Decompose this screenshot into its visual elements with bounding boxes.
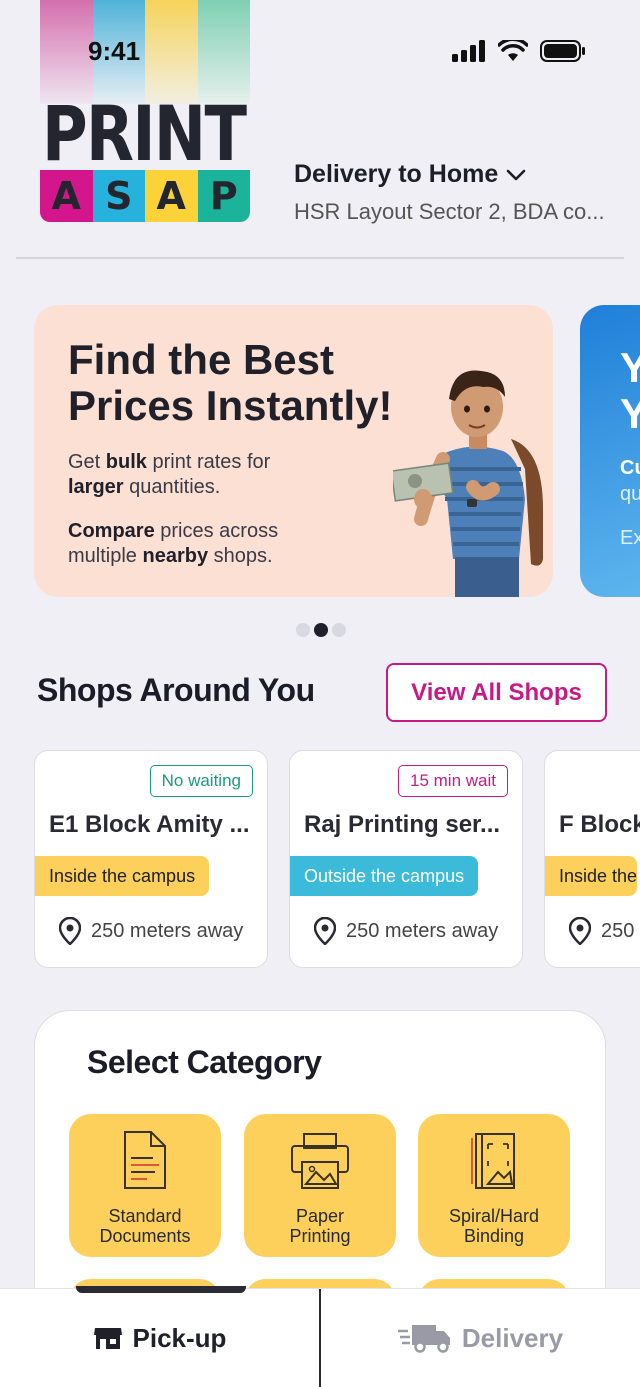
carousel-dot-active[interactable] [314, 623, 328, 637]
carousel-dot[interactable] [332, 623, 346, 637]
promo-banner[interactable]: Find the Best Prices Instantly! Get bulk… [34, 305, 553, 597]
wait-badge: No waiting [149, 765, 253, 797]
delivery-address-selector[interactable]: Delivery to Home HSR Layout Sector 2, BD… [294, 160, 624, 225]
binding-icon [471, 1133, 515, 1189]
logo-letter: S [92, 170, 145, 222]
logo-letter: A [40, 170, 93, 222]
distance-text: 250 meters away [91, 919, 244, 942]
category-binding[interactable]: Spiral/Hard Binding [418, 1114, 570, 1257]
tab-pickup-label: Pick-up [132, 1322, 227, 1353]
campus-badge: Inside the campus [35, 856, 210, 896]
location-pin-icon [569, 917, 591, 945]
category-label: Spiral/Hard Binding [448, 1206, 540, 1246]
shops-section-title: Shops Around You [37, 672, 315, 708]
shop-name: E1 Block Amity ... [49, 811, 250, 838]
category-label: Paper Printing [289, 1206, 351, 1246]
logo-print-text: PRINT [42, 89, 247, 178]
header-divider [16, 257, 624, 259]
banner-text: multiple nearby shops. [68, 545, 273, 567]
banner2-text: Cu [620, 457, 640, 479]
carousel-dots[interactable] [296, 623, 346, 637]
tab-pickup[interactable]: Pick-up [0, 1286, 319, 1387]
wifi-icon [498, 40, 528, 61]
logo-asap-tiles: A S A P [40, 170, 250, 222]
logo-letter: P [197, 170, 250, 222]
shop-distance: 250 meters away [59, 917, 243, 945]
wait-badge: 15 min wait [398, 765, 508, 797]
active-tab-indicator [76, 1286, 246, 1293]
category-paper-printing[interactable]: Paper Printing [244, 1114, 396, 1257]
delivery-label: Delivery to Home [294, 160, 499, 188]
distance-text: 250 meters away [346, 919, 499, 942]
print-asap-logo: PRINT A S A P [40, 0, 250, 222]
shop-distance: 250 meters away [314, 917, 498, 945]
banner-text: larger quantities. [68, 476, 221, 498]
category-title: Select Category [87, 1044, 322, 1080]
shop-card[interactable]: F Block Inside the 250 [544, 750, 640, 968]
shop-name: Raj Printing ser... [304, 811, 501, 838]
banner-text: Get bulk print rates for [68, 451, 271, 473]
location-pin-icon [59, 917, 81, 945]
banner-title-line: Find the Best [68, 336, 335, 383]
campus-badge: Outside the campus [290, 856, 479, 896]
carousel-dot[interactable] [296, 623, 310, 637]
signal-icon [452, 40, 485, 62]
status-icons [452, 40, 586, 62]
bottom-navigation: Pick-up Delivery [0, 1286, 640, 1387]
person-with-money-illustration [393, 370, 543, 597]
banner-title-line: Prices Instantly! [68, 382, 393, 429]
banner2-text: qu [620, 483, 640, 505]
category-standard-documents[interactable]: Standard Documents [69, 1114, 221, 1257]
delivery-title: Delivery to Home [294, 160, 624, 189]
shop-card[interactable]: 15 min wait Raj Printing ser... Outside … [289, 750, 523, 968]
location-pin-icon [314, 917, 336, 945]
status-time: 9:41 [88, 36, 141, 66]
promo-banner-next[interactable]: Y Y Cu qu Ex [580, 305, 640, 597]
banner2-text: Ex [620, 527, 640, 549]
logo-letter: A [145, 170, 198, 222]
document-icon [124, 1131, 166, 1189]
battery-icon [540, 40, 585, 62]
delivery-address-text: HSR Layout Sector 2, BDA co... [294, 199, 605, 224]
shop-name: F Block [559, 811, 640, 838]
campus-badge: Inside the [545, 856, 638, 896]
store-icon [93, 1328, 122, 1349]
shop-distance: 250 [569, 917, 634, 945]
banner2-title: Y Y [620, 344, 640, 437]
tab-delivery[interactable]: Delivery [319, 1289, 640, 1387]
category-label: Standard Documents [99, 1206, 191, 1246]
distance-text: 250 [601, 919, 635, 942]
delivery-truck-icon [397, 1325, 450, 1353]
printer-icon [291, 1133, 349, 1189]
tab-delivery-label: Delivery [461, 1322, 564, 1353]
banner-title: Find the Best Prices Instantly! [68, 337, 392, 429]
banner-text: Compare prices across [68, 520, 279, 542]
chevron-down-icon [506, 169, 526, 180]
view-all-shops-button[interactable]: View All Shops [386, 663, 607, 722]
shop-card[interactable]: No waiting E1 Block Amity ... Inside the… [34, 750, 268, 968]
